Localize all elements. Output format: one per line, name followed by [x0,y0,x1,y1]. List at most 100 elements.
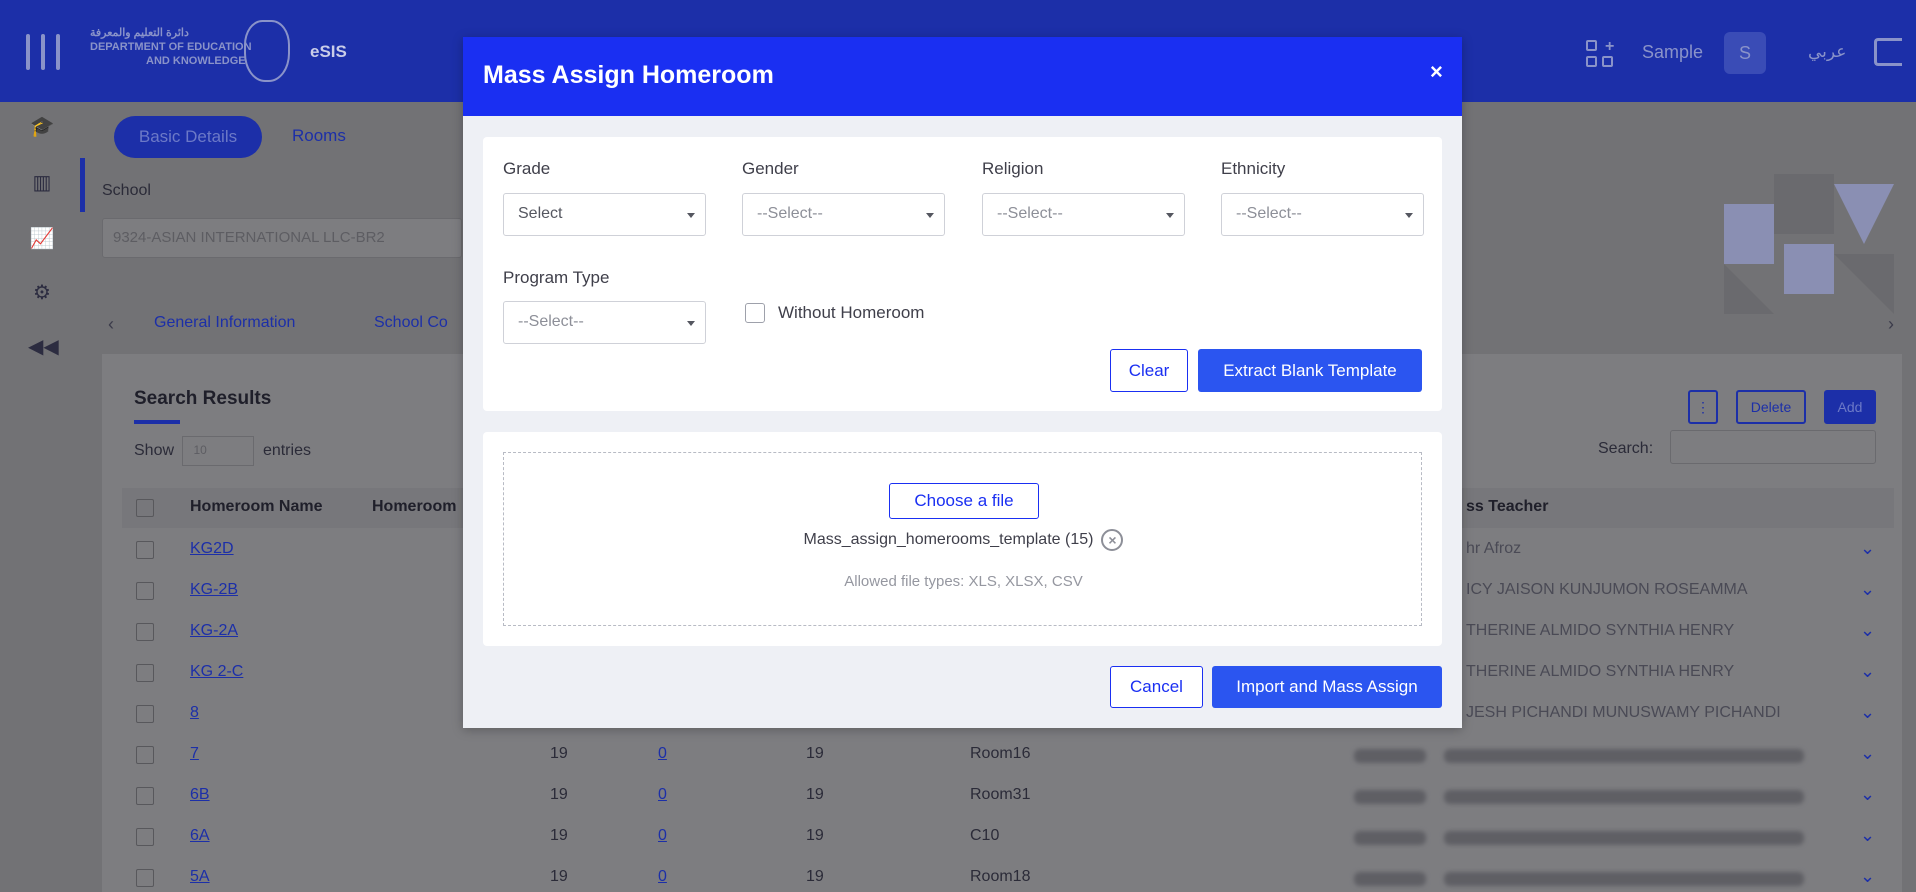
language-toggle[interactable]: عربي [1808,42,1846,62]
chevron-down-icon[interactable]: ⌄ [1860,702,1875,723]
search-input[interactable] [1670,430,1876,464]
column-class-teacher[interactable]: ss Teacher [1466,498,1548,516]
delete-button[interactable]: Delete [1736,390,1806,424]
tab-school-co[interactable]: School Co [374,314,448,332]
more-options-button[interactable]: ⋮ [1688,390,1718,424]
religion-select[interactable]: --Select-- [982,193,1185,236]
chevron-down-icon[interactable]: ⌄ [1860,620,1875,641]
gear-icon[interactable]: ⚙ [28,280,56,304]
entries-select[interactable]: 10 [182,436,255,466]
cancel-button[interactable]: Cancel [1110,666,1203,708]
collapse-icon[interactable]: ◀◀ [28,334,59,358]
row-checkbox[interactable] [136,869,154,887]
chevron-right-icon[interactable]: › [1888,314,1894,335]
homeroom-name-link[interactable]: 7 [190,745,199,763]
table-row: 5A 19 0 19 Room18 ⌄ [122,858,1894,892]
add-button[interactable]: Add [1824,390,1876,424]
chevron-down-icon[interactable]: ⌄ [1860,579,1875,600]
chart-icon[interactable]: 📈 [28,226,56,250]
students-link[interactable]: 0 [658,786,667,804]
school-label: School [102,182,151,199]
without-homeroom-label[interactable]: Without Homeroom [778,303,924,323]
menu-icon[interactable] [26,34,60,70]
seats-cell: 19 [806,868,824,885]
row-checkbox[interactable] [136,828,154,846]
user-name[interactable]: Sample [1642,42,1703,63]
row-checkbox[interactable] [136,787,154,805]
chevron-left-icon[interactable]: ‹ [108,314,114,335]
graduation-cap-icon[interactable]: 🎓 [28,114,56,138]
students-link[interactable]: 0 [658,868,667,886]
students-link[interactable]: 0 [658,827,667,845]
chevron-down-icon[interactable]: ⌄ [1860,743,1875,764]
chevron-down-icon[interactable]: ⌄ [1860,661,1875,682]
chevron-down-icon[interactable]: ⌄ [1860,784,1875,805]
choose-file-button[interactable]: Choose a file [889,483,1039,519]
table-row: 7 19 0 19 Room16 ⌄ [122,735,1894,776]
room-cell: Room31 [970,786,1031,803]
row-checkbox[interactable] [136,541,154,559]
chevron-down-icon[interactable]: ⌄ [1860,825,1875,846]
apps-icon[interactable]: + [1586,38,1614,68]
modal-header: Mass Assign Homeroom × [463,37,1462,116]
remove-file-icon[interactable]: × [1101,529,1124,551]
avatar[interactable]: S [1724,32,1766,74]
ethnicity-select[interactable]: --Select-- [1221,193,1424,236]
teacher-cell: THERINE ALMIDO SYNTHIA HENRY [1466,622,1735,639]
search-results-title: Search Results [134,388,272,409]
file-dropzone[interactable]: Choose a file Mass_assign_homerooms_temp… [503,452,1422,626]
tab-basic-details[interactable]: Basic Details [114,116,262,158]
show-label: Show [134,442,175,460]
filters-card: Grade Select Gender --Select-- Religion … [483,137,1442,411]
row-checkbox[interactable] [136,582,154,600]
seats-cell: 19 [806,745,824,762]
without-homeroom-checkbox[interactable] [745,303,765,323]
row-checkbox[interactable] [136,664,154,682]
upload-card: Choose a file Mass_assign_homerooms_temp… [483,432,1442,646]
capacity-cell: 19 [550,786,568,803]
row-checkbox[interactable] [136,746,154,764]
show-entries: Show 10 entries [134,436,311,466]
select-all-checkbox[interactable] [136,499,154,517]
chevron-down-icon[interactable]: ⌄ [1860,538,1875,559]
building-icon[interactable]: ▥ [28,170,56,194]
close-icon[interactable]: × [1430,59,1443,85]
row-checkbox[interactable] [136,623,154,641]
homeroom-name-link[interactable]: 8 [190,704,199,722]
chevron-down-icon[interactable]: ⌄ [1860,866,1875,887]
caret-down-icon [926,213,934,218]
homeroom-name-link[interactable]: 6B [190,786,210,804]
grade-select[interactable]: Select [503,193,706,236]
left-nav: 🎓 ▥ 📈 ⚙ ◀◀ [0,102,86,892]
row-checkbox[interactable] [136,705,154,723]
students-link[interactable]: 0 [658,745,667,763]
logout-icon[interactable] [1874,38,1902,66]
teacher-cell-blurred [1444,749,1804,763]
school-field[interactable]: 9324-ASIAN INTERNATIONAL LLC-BR2 [102,218,462,258]
homeroom-name-link[interactable]: KG-2B [190,581,238,599]
homeroom-name-link[interactable]: 5A [190,868,210,886]
homeroom-name-link[interactable]: 6A [190,827,210,845]
room-cell: C10 [970,827,1000,844]
tab-general-information[interactable]: General Information [154,314,295,332]
emblem-icon [244,20,290,82]
tab-rooms[interactable]: Rooms [292,126,346,146]
column-homeroom[interactable]: Homeroom [372,498,456,516]
extract-blank-template-button[interactable]: Extract Blank Template [1198,349,1422,392]
import-and-mass-assign-button[interactable]: Import and Mass Assign [1212,666,1442,708]
nav-active-indicator [80,158,85,212]
program-type-label: Program Type [503,268,610,287]
program-type-select[interactable]: --Select-- [503,301,706,344]
homeroom-name-link[interactable]: KG2D [190,540,234,558]
gender-select[interactable]: --Select-- [742,193,945,236]
grade-cell-blurred [1354,790,1426,804]
allowed-file-types: Allowed file types: XLS, XLSX, CSV [844,573,1083,590]
clear-button[interactable]: Clear [1110,349,1188,392]
logo-line-1: DEPARTMENT OF EDUCATION [90,41,252,53]
homeroom-name-link[interactable]: KG 2-C [190,663,243,681]
column-homeroom-name[interactable]: Homeroom Name [190,498,322,516]
teacher-cell: JESH PICHANDI MUNUSWAMY PICHANDI [1466,704,1781,721]
grade-label: Grade [503,159,551,178]
homeroom-name-link[interactable]: KG-2A [190,622,238,640]
program-type-value: --Select-- [518,313,584,330]
